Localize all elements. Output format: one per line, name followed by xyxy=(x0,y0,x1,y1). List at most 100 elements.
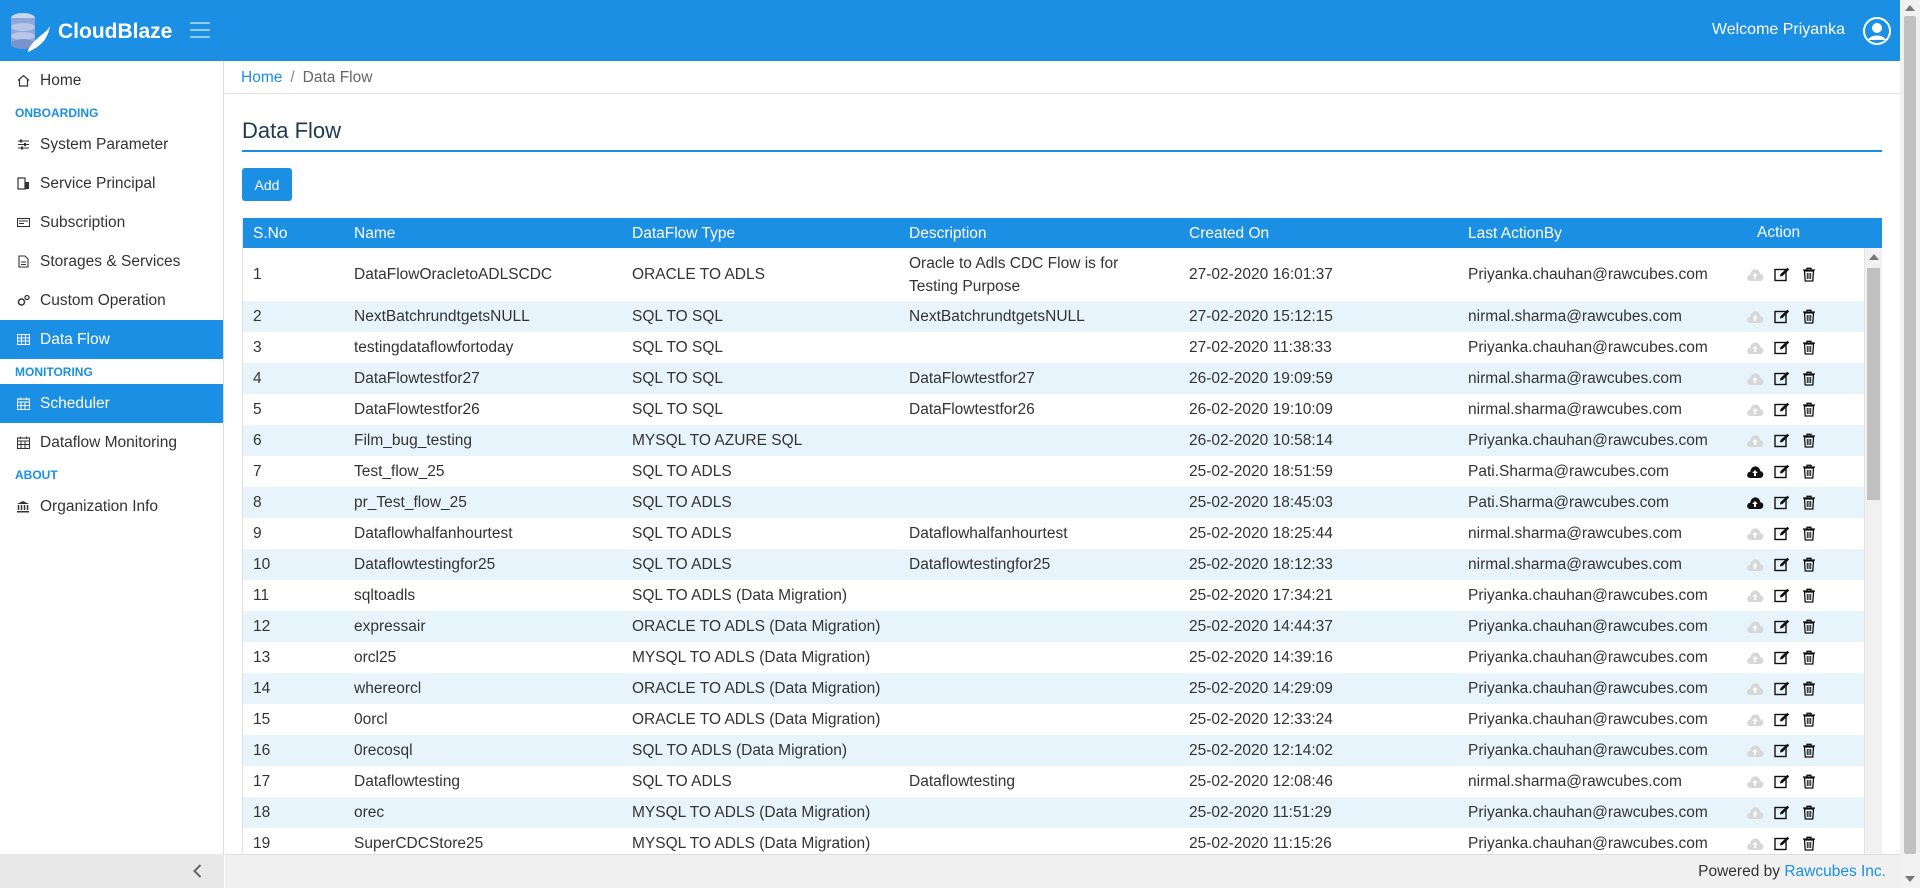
table-row[interactable]: 13 orcl25 MYSQL TO ADLS (Data Migration) 25… xyxy=(243,642,1882,673)
delete-icon[interactable] xyxy=(1799,618,1819,636)
menu-toggle-icon[interactable] xyxy=(190,22,210,38)
delete-icon[interactable] xyxy=(1799,773,1819,791)
cell-type: SQL TO ADLS xyxy=(632,555,732,573)
edit-icon[interactable] xyxy=(1772,649,1792,667)
column-header-last-action-by[interactable]: Last ActionBy xyxy=(1468,224,1741,243)
column-header-created-on[interactable]: Created On xyxy=(1189,224,1468,243)
table-row[interactable]: 8 pr_Test_flow_25 SQL TO ADLS 25-02-2020 18… xyxy=(243,487,1882,518)
delete-icon[interactable] xyxy=(1799,308,1819,326)
sidebar-item-custom-operation[interactable]: Custom Operation xyxy=(0,281,223,320)
edit-icon[interactable] xyxy=(1772,370,1792,388)
cell-name: whereorcl xyxy=(354,679,422,697)
upload-cloud-icon[interactable] xyxy=(1745,494,1765,512)
cell-name: NextBatchrundtgetsNULL xyxy=(354,307,530,325)
delete-icon[interactable] xyxy=(1799,804,1819,822)
edit-icon[interactable] xyxy=(1772,556,1792,574)
collapse-sidebar-icon[interactable] xyxy=(190,863,206,879)
delete-icon[interactable] xyxy=(1799,525,1819,543)
delete-icon[interactable] xyxy=(1799,711,1819,729)
table-row[interactable]: 5 DataFlowtestfor26 SQL TO SQL DataFlowtest… xyxy=(243,394,1882,425)
edit-icon[interactable] xyxy=(1772,618,1792,636)
page-scroll-up-icon[interactable] xyxy=(1905,5,1915,11)
table-row[interactable]: 12 expressair ORACLE TO ADLS (Data Migrati… xyxy=(243,611,1882,642)
table-row[interactable]: 1 DataFlowOracletoADLSCDC ORACLE TO ADLS Or… xyxy=(243,248,1882,301)
column-header-name[interactable]: Name xyxy=(354,224,632,243)
page-scrollbar-thumb[interactable] xyxy=(1904,16,1916,854)
delete-icon[interactable] xyxy=(1799,680,1819,698)
table-row[interactable]: 15 0orcl ORACLE TO ADLS (Data Migration) 25… xyxy=(243,704,1882,735)
cell-last-action-by: Priyanka.chauhan@rawcubes.com xyxy=(1468,741,1708,759)
edit-icon[interactable] xyxy=(1772,711,1792,729)
column-header-description[interactable]: Description xyxy=(909,221,1189,245)
sidebar-item-home[interactable]: Home xyxy=(0,61,223,100)
breadcrumb-home-link[interactable]: Home xyxy=(241,69,282,86)
delete-icon[interactable] xyxy=(1799,742,1819,760)
edit-icon[interactable] xyxy=(1772,587,1792,605)
scrollbar-thumb[interactable] xyxy=(1867,268,1880,500)
table-scrollbar[interactable] xyxy=(1864,248,1882,854)
delete-icon[interactable] xyxy=(1799,835,1819,853)
column-header-type[interactable]: DataFlow Type xyxy=(632,224,909,243)
edit-icon[interactable] xyxy=(1772,525,1792,543)
delete-icon[interactable] xyxy=(1799,463,1819,481)
table-row[interactable]: 7 Test_flow_25 SQL TO ADLS 25-02-2020 18:51… xyxy=(243,456,1882,487)
table-row[interactable]: 9 Dataflowhalfanhourtest SQL TO ADLS Datafl… xyxy=(243,518,1882,549)
delete-icon[interactable] xyxy=(1799,339,1819,357)
table-row[interactable]: 4 DataFlowtestfor27 SQL TO SQL DataFlowtest… xyxy=(243,363,1882,394)
cell-created-on: 25-02-2020 18:12:33 xyxy=(1189,555,1333,573)
cell-description: Dataflowtesting xyxy=(909,773,1015,790)
edit-icon[interactable] xyxy=(1772,804,1792,822)
delete-icon[interactable] xyxy=(1799,556,1819,574)
sidebar-item-dataflow-monitoring[interactable]: Dataflow Monitoring xyxy=(0,423,223,462)
delete-icon[interactable] xyxy=(1799,432,1819,450)
table-row[interactable]: 17 Dataflowtesting SQL TO ADLS Dataflowtest… xyxy=(243,766,1882,797)
sidebar-item-data-flow[interactable]: Data Flow xyxy=(0,320,223,359)
sidebar-item-system-parameter[interactable]: System Parameter xyxy=(0,125,223,164)
table-row[interactable]: 11 sqltoadls SQL TO ADLS (Data Migration) 2… xyxy=(243,580,1882,611)
edit-icon[interactable] xyxy=(1772,266,1792,284)
edit-icon[interactable] xyxy=(1772,308,1792,326)
delete-icon[interactable] xyxy=(1799,587,1819,605)
edit-icon[interactable] xyxy=(1772,463,1792,481)
delete-icon[interactable] xyxy=(1799,266,1819,284)
add-button[interactable]: Add xyxy=(242,168,292,201)
edit-icon[interactable] xyxy=(1772,742,1792,760)
table-row[interactable]: 3 testingdataflowfortoday SQL TO SQL 27-02-… xyxy=(243,332,1882,363)
delete-icon[interactable] xyxy=(1799,401,1819,419)
edit-icon[interactable] xyxy=(1772,680,1792,698)
breadcrumb-divider xyxy=(225,93,1900,94)
cell-description: Dataflowtestingfor25 xyxy=(909,556,1051,573)
table-row[interactable]: 16 0recosql SQL TO ADLS (Data Migration) 25… xyxy=(243,735,1882,766)
edit-icon[interactable] xyxy=(1772,432,1792,450)
delete-icon[interactable] xyxy=(1799,370,1819,388)
column-header-sno[interactable]: S.No xyxy=(243,224,354,243)
page-scroll-down-icon[interactable] xyxy=(1905,876,1915,882)
sidebar-item-service-principal[interactable]: Service Principal xyxy=(0,164,223,203)
table-row[interactable]: 10 Dataflowtestingfor25 SQL TO ADLS Dataflo… xyxy=(243,549,1882,580)
user-avatar-icon[interactable] xyxy=(1862,16,1892,46)
delete-icon[interactable] xyxy=(1799,494,1819,512)
edit-icon[interactable] xyxy=(1772,401,1792,419)
table-row[interactable]: 19 SuperCDCStore25 MYSQL TO ADLS (Data Mig… xyxy=(243,828,1882,854)
scroll-up-icon[interactable] xyxy=(1869,254,1879,260)
edit-icon[interactable] xyxy=(1772,494,1792,512)
edit-icon[interactable] xyxy=(1772,773,1792,791)
sidebar-item-storages-services[interactable]: Storages & Services xyxy=(0,242,223,281)
upload-cloud-icon[interactable] xyxy=(1745,463,1765,481)
sidebar-item-organization-info[interactable]: Organization Info xyxy=(0,487,223,526)
sidebar-item-subscription[interactable]: Subscription xyxy=(0,203,223,242)
sidebar-item-label: Service Principal xyxy=(40,174,156,192)
table-row[interactable]: 18 orec MYSQL TO ADLS (Data Migration) 25-0… xyxy=(243,797,1882,828)
table-row[interactable]: 6 Film_bug_testing MYSQL TO AZURE SQL 26-02… xyxy=(243,425,1882,456)
table-row[interactable]: 2 NextBatchrundtgetsNULL SQL TO SQL NextBat… xyxy=(243,301,1882,332)
edit-icon[interactable] xyxy=(1772,835,1792,853)
table-row[interactable]: 14 whereorcl ORACLE TO ADLS (Data Migratio… xyxy=(243,673,1882,704)
edit-icon[interactable] xyxy=(1772,339,1792,357)
page-scrollbar[interactable] xyxy=(1900,0,1920,888)
upload-cloud-icon xyxy=(1745,556,1765,574)
sidebar-item-scheduler[interactable]: Scheduler xyxy=(0,384,223,423)
delete-icon[interactable] xyxy=(1799,649,1819,667)
cell-actions xyxy=(1741,308,1855,326)
cell-created-on: 25-02-2020 18:25:44 xyxy=(1189,524,1333,542)
company-link[interactable]: Rawcubes Inc. xyxy=(1784,863,1886,880)
